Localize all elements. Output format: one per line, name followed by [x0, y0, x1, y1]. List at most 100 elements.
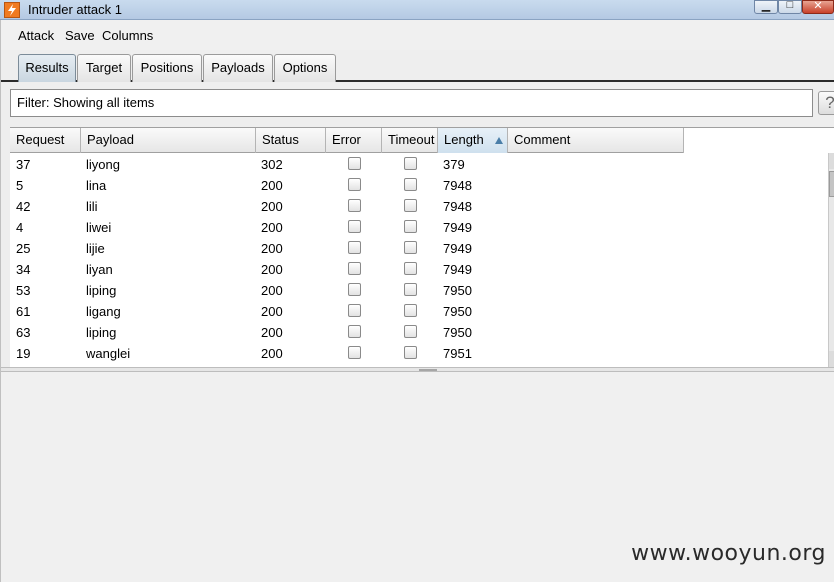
cell-status: 200 [261, 220, 283, 235]
table-row[interactable]: 34 liyan 200 7949 [10, 259, 684, 280]
help-icon: ? [825, 93, 834, 112]
table-row[interactable]: 63 liping 200 7950 [10, 322, 684, 343]
cell-payload: liwei [86, 220, 112, 235]
cell-request: 25 [16, 241, 31, 256]
cell-length: 7950 [443, 304, 472, 319]
timeout-checkbox [404, 283, 417, 296]
cell-status: 200 [261, 241, 283, 256]
maximize-icon: □ [786, 0, 794, 11]
table-row[interactable]: 53 liping 200 7950 [10, 280, 684, 301]
table-header: Request Payload Status Error Timeout Len… [10, 128, 684, 153]
column-header-comment[interactable]: Comment [508, 128, 684, 153]
cell-request: 19 [16, 346, 31, 361]
cell-payload: liping [86, 325, 117, 340]
timeout-checkbox [404, 325, 417, 338]
error-checkbox [348, 262, 361, 275]
cell-length: 7949 [443, 241, 472, 256]
error-checkbox [348, 304, 361, 317]
column-header-payload[interactable]: Payload [81, 128, 256, 153]
scroll-down-icon[interactable] [829, 351, 834, 367]
cell-payload: liping [86, 283, 117, 298]
cell-status: 200 [261, 304, 283, 319]
cell-length: 7949 [443, 220, 472, 235]
error-checkbox [348, 157, 361, 170]
timeout-checkbox [404, 241, 417, 254]
tab-options-label: Options [282, 60, 328, 75]
column-header-length[interactable]: Length [438, 128, 508, 153]
tab-payloads[interactable]: Payloads [203, 54, 273, 82]
maximize-button[interactable]: □ [778, 0, 802, 14]
results-table: Request Payload Status Error Timeout Len… [10, 127, 834, 367]
filter-bar[interactable]: Filter: Showing all items [10, 89, 813, 117]
tab-target-label: Target [85, 60, 123, 75]
table-row[interactable]: 37 liyong 302 379 [10, 154, 684, 175]
column-header-request[interactable]: Request [10, 128, 81, 153]
intruder-window: Attack Save Columns Results Target Posit… [0, 20, 834, 582]
watermark: www.wooyun.org [631, 541, 826, 566]
table-row[interactable]: 4 liwei 200 7949 [10, 217, 684, 238]
error-checkbox [348, 199, 361, 212]
cell-length: 7949 [443, 262, 472, 277]
cell-payload: ligang [86, 304, 121, 319]
menu-attack[interactable]: Attack [18, 28, 54, 43]
scrollbar-thumb[interactable] [829, 171, 834, 197]
cell-length: 7948 [443, 199, 472, 214]
timeout-checkbox [404, 304, 417, 317]
tab-positions[interactable]: Positions [132, 54, 202, 82]
error-checkbox [348, 346, 361, 359]
column-header-timeout[interactable]: Timeout [382, 128, 438, 153]
close-button[interactable]: ✕ [802, 0, 834, 14]
cell-request: 63 [16, 325, 31, 340]
timeout-checkbox [404, 220, 417, 233]
cell-status: 200 [261, 199, 283, 214]
cell-status: 200 [261, 178, 283, 193]
menu-save[interactable]: Save [65, 28, 95, 43]
cell-request: 4 [16, 220, 24, 235]
minimize-icon: ▁ [761, 0, 771, 12]
error-checkbox [348, 283, 361, 296]
tab-target[interactable]: Target [77, 54, 131, 82]
timeout-checkbox [404, 178, 417, 191]
scroll-up-icon[interactable] [829, 153, 834, 169]
cell-request: 34 [16, 262, 31, 277]
cell-request: 42 [16, 199, 31, 214]
error-checkbox [348, 325, 361, 338]
cell-length: 379 [443, 157, 465, 172]
tab-bar: Results Target Positions Payloads Option… [1, 52, 834, 82]
cell-status: 302 [261, 157, 283, 172]
tab-results[interactable]: Results [18, 54, 76, 82]
cell-length: 7950 [443, 283, 472, 298]
error-checkbox [348, 178, 361, 191]
table-scrollbar[interactable] [828, 153, 834, 367]
error-checkbox [348, 241, 361, 254]
table-row[interactable]: 42 lili 200 7948 [10, 196, 684, 217]
menu-columns[interactable]: Columns [102, 28, 153, 43]
timeout-checkbox [404, 346, 417, 359]
table-row[interactable]: 61 ligang 200 7950 [10, 301, 684, 322]
cell-status: 200 [261, 262, 283, 277]
timeout-checkbox [404, 199, 417, 212]
tab-results-label: Results [25, 60, 69, 75]
cell-status: 200 [261, 283, 283, 298]
table-row[interactable]: 25 lijie 200 7949 [10, 238, 684, 259]
cell-request: 53 [16, 283, 31, 298]
cell-payload: liyan [86, 262, 113, 277]
cell-payload: lijie [86, 241, 105, 256]
column-header-status[interactable]: Status [256, 128, 326, 153]
timeout-checkbox [404, 157, 417, 170]
table-row[interactable]: 19 wanglei 200 7951 [10, 343, 684, 364]
cell-status: 200 [261, 346, 283, 361]
column-header-error[interactable]: Error [326, 128, 382, 153]
close-icon: ✕ [813, 0, 823, 12]
table-row[interactable]: 5 lina 200 7948 [10, 175, 684, 196]
cell-request: 37 [16, 157, 31, 172]
help-button[interactable]: ? [818, 91, 834, 115]
minimize-button[interactable]: ▁ [754, 0, 778, 14]
cell-length: 7951 [443, 346, 472, 361]
cell-request: 5 [16, 178, 24, 193]
cell-status: 200 [261, 325, 283, 340]
cell-payload: liyong [86, 157, 120, 172]
tab-options[interactable]: Options [274, 54, 336, 82]
menu-bar: Attack Save Columns [1, 20, 834, 50]
splitter-grip-icon[interactable] [419, 369, 437, 371]
